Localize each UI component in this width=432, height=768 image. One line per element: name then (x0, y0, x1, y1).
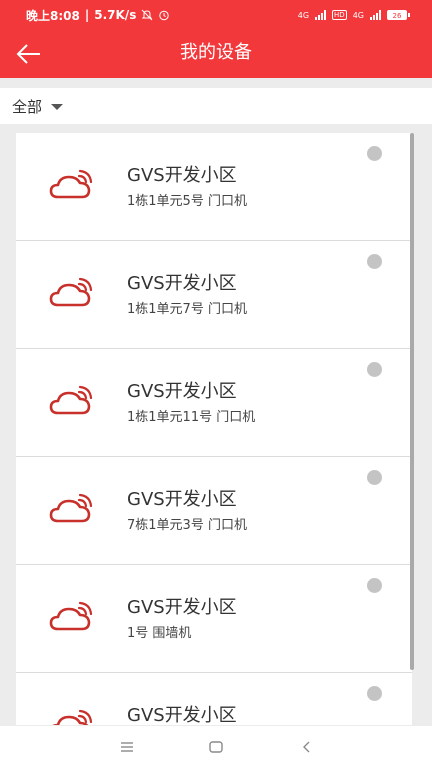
caret-down-icon (51, 104, 64, 110)
status-left: 晚上8:08 | 5.7K/s (26, 7, 170, 24)
status-dot (367, 686, 382, 701)
device-name: GVS开发小区 (127, 165, 237, 186)
page-title: 我的设备 (180, 42, 252, 63)
status-right: 4G HD 4G 26 (298, 10, 410, 20)
status-dot (367, 146, 382, 161)
arrow-left-icon[interactable] (14, 40, 44, 68)
app-bar: 我的设备 (0, 30, 432, 78)
device-description: 7栋1单元3号 门口机 (127, 518, 247, 533)
device-description: 1号 围墙机 (127, 626, 192, 641)
alarm-icon (159, 10, 170, 21)
signal-icon (370, 10, 381, 20)
network-type-1: 4G (297, 10, 310, 20)
cloud-device-icon (49, 385, 93, 415)
status-time: 晚上8:08 (26, 8, 80, 23)
cloud-device-icon (49, 169, 93, 199)
menu-icon[interactable] (118, 738, 136, 756)
filter-label: 全部 (12, 97, 43, 116)
home-icon[interactable] (207, 738, 225, 756)
device-name: GVS开发小区 (127, 489, 237, 510)
device-item[interactable]: GVS开发小区 1栋1单元11号 门口机 (16, 349, 412, 457)
cloud-device-icon (49, 601, 93, 631)
cloud-device-icon (49, 277, 93, 307)
mute-icon (141, 9, 153, 21)
signal-icon (315, 10, 327, 20)
device-item[interactable]: GVS开发小区 7栋1单元3号 门口机 (16, 457, 412, 565)
device-item[interactable]: GVS开发小区 1栋1单元7号 门口机 (16, 241, 412, 349)
device-item[interactable]: GVS开发小区 1栋1单元5号 门口机 (16, 133, 412, 241)
device-name: GVS开发小区 (127, 381, 237, 402)
device-name: GVS开发小区 (127, 273, 237, 294)
device-description: 1栋1单元11号 门口机 (127, 410, 256, 425)
status-dot (367, 470, 382, 485)
status-dot (367, 362, 382, 377)
scrollbar[interactable] (410, 133, 414, 670)
device-name: GVS开发小区 (127, 597, 237, 618)
cloud-device-icon (52, 709, 93, 725)
device-item[interactable]: GVS开发小区 1号 围墙机 (16, 565, 412, 673)
filter-dropdown[interactable]: 全部 (0, 96, 64, 117)
back-icon[interactable] (298, 738, 316, 756)
cloud-device-icon (49, 493, 93, 523)
device-name: GVS开发小区 (127, 705, 237, 725)
device-description: 1栋1单元5号 门口机 (127, 194, 247, 209)
status-dot (367, 578, 382, 593)
system-nav-bar (0, 726, 432, 768)
filter-bar: 全部 (0, 88, 432, 124)
battery-icon: 26 (387, 10, 410, 20)
hd-badge: HD (332, 10, 347, 20)
device-description: 1栋1单元7号 门口机 (127, 302, 247, 317)
battery-level: 26 (387, 10, 407, 20)
network-type-2: 4G (352, 10, 364, 20)
device-list: GVS开发小区 1栋1单元5号 门口机 GVS开发小区 1栋1单元7号 门口机 … (16, 133, 412, 725)
status-dot (367, 254, 382, 269)
status-bar: 晚上8:08 | 5.7K/s 4G HD 4G 26 (0, 0, 432, 30)
network-speed: 5.7K/s (94, 8, 137, 22)
device-item[interactable]: GVS开发小区 (16, 673, 412, 725)
